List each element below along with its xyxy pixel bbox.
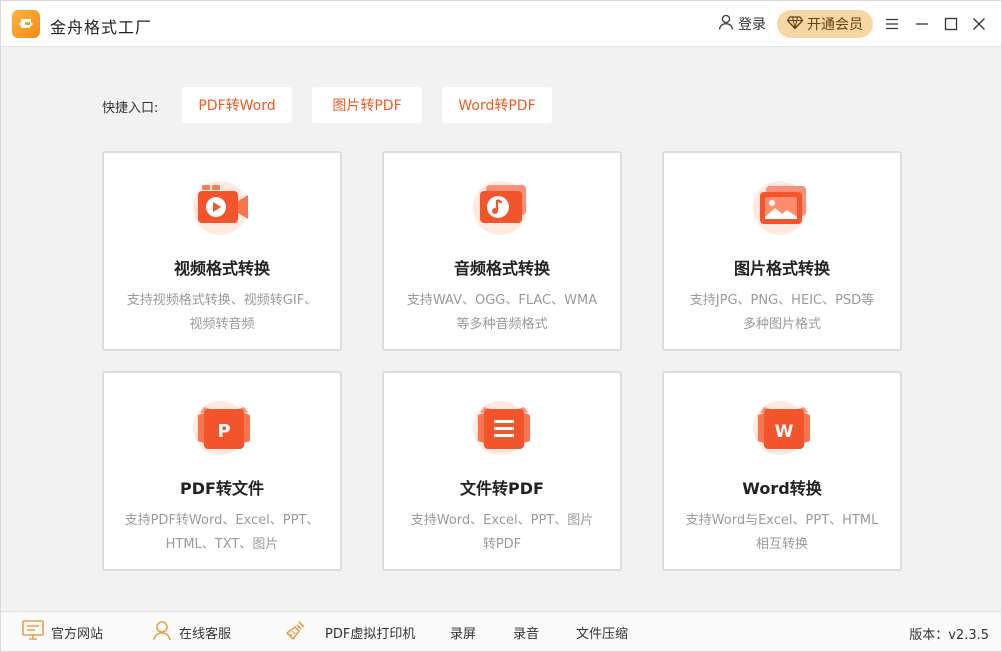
- quick-word-to-pdf-button[interactable]: Word转PDF: [442, 87, 552, 123]
- user-icon: [717, 13, 735, 35]
- word-convert-card[interactable]: W Word转换 支持Word与Excel、PPT、HTML 相互转换: [662, 371, 902, 571]
- footer-bar: 官方网站 在线客服 PDF虚拟打印机 录屏 录音 文件压缩 版本：v2.3.5: [1, 611, 1001, 651]
- card-description: 支持Word、Excel、PPT、图片 转PDF: [396, 509, 608, 557]
- card-title: PDF转文件: [180, 479, 264, 498]
- broom-icon: [285, 619, 307, 645]
- card-description: 支持PDF转Word、Excel、PPT、 HTML、TXT、图片: [116, 509, 328, 557]
- card-description-line: 支持JPG、PNG、HEIC、PSD等: [689, 293, 875, 308]
- card-title: Word转换: [742, 479, 822, 498]
- svg-text:P: P: [217, 421, 230, 442]
- audio-convert-card[interactable]: 音频格式转换 支持WAV、OGG、FLAC、WMA 等多种音频格式: [382, 151, 622, 351]
- title-bar: 金舟格式工厂 登录 开通会员: [1, 1, 1001, 47]
- quick-entry-label: 快捷入口:: [102, 101, 159, 116]
- card-description: 支持视频格式转换、视频转GIF、 视频转音频: [116, 289, 328, 337]
- card-description-line: 多种图片格式: [742, 317, 821, 332]
- video-convert-card[interactable]: 视频格式转换 支持视频格式转换、视频转GIF、 视频转音频: [102, 151, 342, 351]
- app-logo-icon: [12, 10, 40, 38]
- file-compress-link[interactable]: 文件压缩: [576, 612, 628, 652]
- diamond-icon: [786, 14, 804, 34]
- svg-text:W: W: [775, 422, 794, 442]
- quick-pdf-to-word-button[interactable]: PDF转Word: [182, 87, 292, 123]
- version-label: 版本：v2.3.5: [909, 628, 989, 643]
- maximize-icon[interactable]: [941, 14, 961, 34]
- document-icon: [470, 393, 536, 459]
- vip-button[interactable]: 开通会员: [777, 10, 873, 38]
- music-icon: [470, 173, 536, 239]
- ppt-file-icon: P: [190, 393, 256, 459]
- card-description: 支持JPG、PNG、HEIC、PSD等 多种图片格式: [676, 289, 888, 337]
- card-description-line: 相互转换: [755, 537, 808, 552]
- card-description-line: HTML、TXT、图片: [165, 537, 279, 552]
- close-icon[interactable]: [969, 14, 989, 34]
- card-description-line: 转PDF: [482, 537, 522, 552]
- menu-icon[interactable]: [882, 14, 902, 34]
- screen-record-link[interactable]: 录屏: [450, 612, 476, 652]
- word-file-icon: W: [750, 393, 816, 459]
- card-title: 文件转PDF: [460, 479, 544, 498]
- footer-item-label: 在线客服: [179, 626, 232, 642]
- video-icon: [190, 173, 256, 239]
- card-description-line: 等多种音频格式: [456, 317, 548, 332]
- card-description-line: 支持WAV、OGG、FLAC、WMA: [406, 293, 598, 308]
- footer-item-label: PDF虚拟打印机: [325, 626, 416, 642]
- login-label: 登录: [738, 17, 766, 33]
- vip-label: 开通会员: [807, 17, 863, 33]
- quick-image-to-pdf-button[interactable]: 图片转PDF: [312, 87, 422, 123]
- app-title: 金舟格式工厂: [50, 18, 153, 37]
- monitor-icon: [21, 619, 45, 645]
- card-description: 支持Word与Excel、PPT、HTML 相互转换: [676, 509, 888, 557]
- login-button[interactable]: 登录: [717, 14, 766, 34]
- pdf-virtual-printer-link[interactable]: PDF虚拟打印机: [285, 612, 415, 652]
- online-support-link[interactable]: 在线客服: [151, 612, 231, 652]
- official-website-link[interactable]: 官方网站: [21, 612, 103, 652]
- card-title: 图片格式转换: [733, 259, 830, 278]
- pdf-to-file-card[interactable]: P PDF转文件 支持PDF转Word、Excel、PPT、 HTML、TXT、…: [102, 371, 342, 571]
- card-description-line: 支持视频格式转换、视频转GIF、: [126, 293, 318, 308]
- card-description-line: 支持PDF转Word、Excel、PPT、: [124, 513, 320, 528]
- file-to-pdf-card[interactable]: 文件转PDF 支持Word、Excel、PPT、图片 转PDF: [382, 371, 622, 571]
- card-title: 视频格式转换: [173, 259, 270, 278]
- image-convert-card[interactable]: 图片格式转换 支持JPG、PNG、HEIC、PSD等 多种图片格式: [662, 151, 902, 351]
- image-icon: [750, 173, 816, 239]
- card-description: 支持WAV、OGG、FLAC、WMA 等多种音频格式: [396, 289, 608, 337]
- audio-record-link[interactable]: 录音: [513, 612, 539, 652]
- footer-item-label: 官方网站: [51, 626, 104, 642]
- card-description-line: 支持Word与Excel、PPT、HTML: [685, 513, 879, 528]
- support-agent-icon: [151, 619, 173, 645]
- card-description-line: 支持Word、Excel、PPT、图片: [410, 513, 594, 528]
- card-description-line: 视频转音频: [189, 317, 255, 332]
- card-title: 音频格式转换: [453, 259, 550, 278]
- minimize-icon[interactable]: [912, 14, 932, 34]
